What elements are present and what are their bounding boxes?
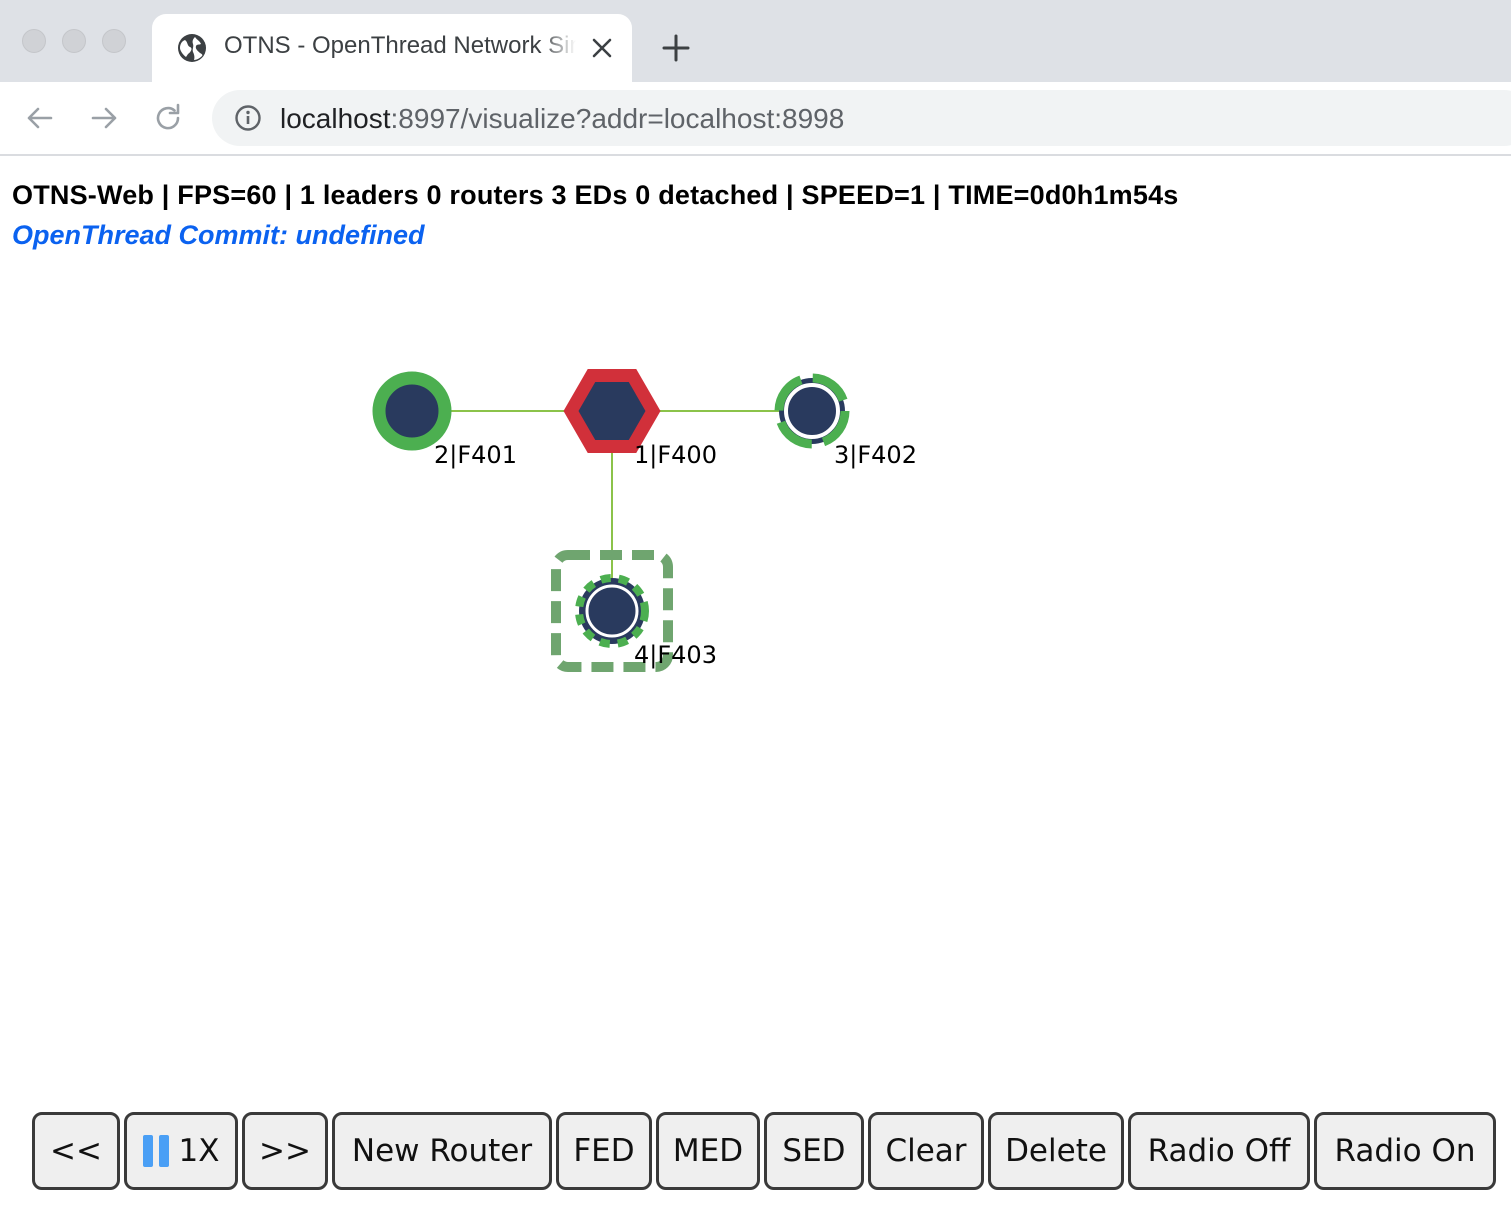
speed-up-button[interactable]: >> [242, 1112, 328, 1190]
sed-node-core [585, 584, 639, 638]
node-4[interactable]: 4|F403 [551, 550, 717, 672]
browser-toolbar: localhost:8997/visualize?addr=localhost:… [0, 82, 1511, 156]
med-button[interactable]: MED [656, 1112, 760, 1190]
node-3[interactable]: 3|F402 [774, 373, 917, 469]
close-window-button[interactable] [22, 29, 46, 53]
maximize-window-button[interactable] [102, 29, 126, 53]
control-bar: << 1X >> New Router FED MED SED Clear De… [32, 1112, 1496, 1190]
fed-node-circle [372, 371, 452, 451]
leader-hexagon [563, 369, 661, 453]
tab-title: OTNS - OpenThread Network Simulator [224, 32, 576, 59]
node-label: 4|F403 [634, 641, 717, 669]
browser-tab[interactable]: OTNS - OpenThread Network Simulator [152, 14, 632, 82]
sed-button[interactable]: SED [764, 1112, 864, 1190]
fed-button[interactable]: FED [556, 1112, 652, 1190]
network-canvas[interactable]: 1|F400 2|F401 3|F402 4|F403 [0, 270, 1511, 1090]
url-text: localhost:8997/visualize?addr=localhost:… [280, 103, 845, 134]
pause-speed-button[interactable]: 1X [124, 1112, 238, 1190]
node-2[interactable]: 2|F401 [372, 371, 517, 469]
new-tab-icon[interactable] [660, 32, 692, 64]
info-icon[interactable] [234, 104, 262, 132]
node-label: 1|F400 [634, 441, 717, 469]
clear-button[interactable]: Clear [868, 1112, 984, 1190]
speed-label: 1X [178, 1133, 220, 1169]
globe-icon [178, 34, 206, 62]
node-1[interactable]: 1|F400 [563, 369, 717, 470]
commit-text: OpenThread Commit: undefined [12, 220, 425, 250]
slow-down-button[interactable]: << [32, 1112, 120, 1190]
reload-icon[interactable] [152, 102, 184, 134]
node-label: 3|F402 [834, 441, 917, 469]
close-tab-icon[interactable] [588, 34, 616, 62]
forward-arrow-icon[interactable] [88, 102, 120, 134]
node-label: 2|F401 [434, 441, 517, 469]
status-bar: OTNS-Web | FPS=60 | 1 leaders 0 routers … [12, 180, 1179, 210]
pause-icon [142, 1135, 169, 1167]
browser-tabstrip: OTNS - OpenThread Network Simulator [0, 0, 1511, 82]
back-arrow-icon[interactable] [24, 102, 56, 134]
radio-on-button[interactable]: Radio On [1314, 1112, 1496, 1190]
new-router-button[interactable]: New Router [332, 1112, 552, 1190]
minimize-window-button[interactable] [62, 29, 86, 53]
med-node-core [784, 383, 840, 439]
radio-off-button[interactable]: Radio Off [1128, 1112, 1310, 1190]
address-bar[interactable]: localhost:8997/visualize?addr=localhost:… [212, 90, 1511, 146]
delete-button[interactable]: Delete [988, 1112, 1124, 1190]
